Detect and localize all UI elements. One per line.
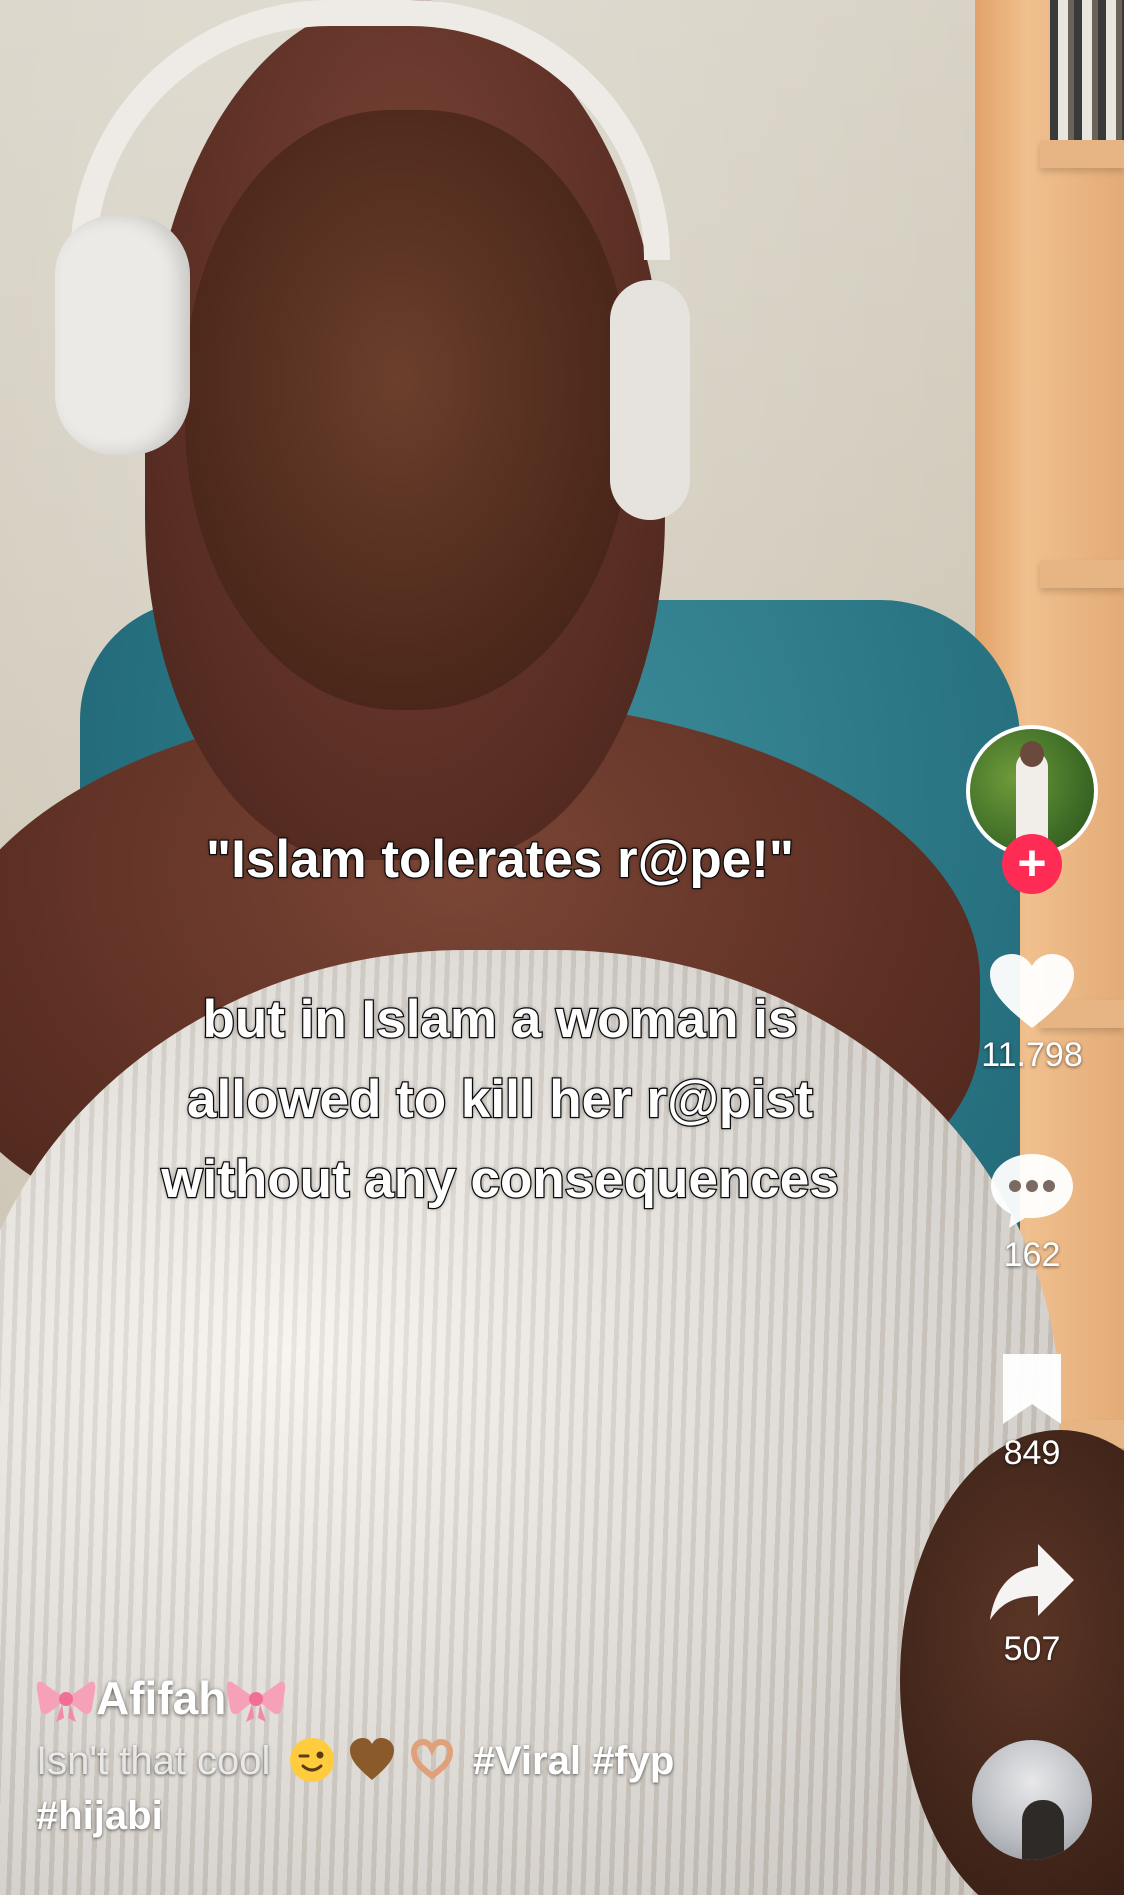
caption-line: but in Islam a woman is: [201, 989, 798, 1051]
pink-bow-emoji: [36, 1681, 96, 1722]
caption-line: allowed to kill her r@pist: [186, 1069, 814, 1131]
caption-line: "Islam tolerates r@pe!": [205, 829, 795, 891]
heart-hands-emoji: [410, 1738, 453, 1780]
hashtag-link[interactable]: #fyp: [592, 1739, 674, 1783]
hashtag-link[interactable]: #hijabi: [36, 1794, 163, 1838]
bookmark-icon: [1003, 1354, 1061, 1424]
avatar-figure-head: [1020, 741, 1044, 767]
save-button[interactable]: 849: [960, 1350, 1104, 1473]
share-button[interactable]: 507: [960, 1540, 1104, 1669]
music-disc-image: [1022, 1800, 1064, 1860]
share-count: 507: [1003, 1630, 1061, 1668]
headphone-earcup-left: [55, 215, 190, 455]
comment-button[interactable]: 162: [960, 1150, 1104, 1275]
follow-button[interactable]: +: [1002, 834, 1062, 894]
description-text: Isn't that cool: [36, 1739, 271, 1783]
heart-icon: [990, 954, 1074, 1028]
save-count: 849: [1003, 1434, 1061, 1472]
share-arrow-icon: [990, 1544, 1074, 1620]
comment-bubble-icon: [991, 1154, 1073, 1228]
author-name-row[interactable]: Afifah: [36, 1668, 796, 1728]
brown-heart-emoji: [349, 1738, 394, 1780]
headphone-earcup-right: [610, 280, 690, 520]
pink-bow-emoji: [227, 1681, 286, 1722]
post-description[interactable]: Isn't that cool #Viral #fyp #hijabi: [36, 1734, 796, 1844]
video-caption-overlay: "Islam tolerates r@pe!" but in Islam a w…: [20, 820, 980, 1220]
like-count: 11.798: [981, 1036, 1083, 1074]
music-disc[interactable]: [972, 1740, 1092, 1860]
action-rail: + 11.798 162 849 507: [960, 720, 1100, 1870]
winking-face-emoji: [289, 1738, 334, 1782]
like-button[interactable]: 11.798: [960, 952, 1104, 1075]
comment-count: 162: [1003, 1236, 1061, 1274]
caption-line: without any consequences: [160, 1149, 840, 1211]
author-name: Afifah: [96, 1672, 227, 1724]
shelf-books: [1050, 0, 1124, 140]
shelf-board: [1040, 140, 1124, 168]
hashtag-link[interactable]: #Viral: [473, 1739, 581, 1783]
shelf-board: [1040, 560, 1124, 588]
post-info: Afifah Isn't that cool #Viral #fyp #hija…: [36, 1668, 796, 1844]
